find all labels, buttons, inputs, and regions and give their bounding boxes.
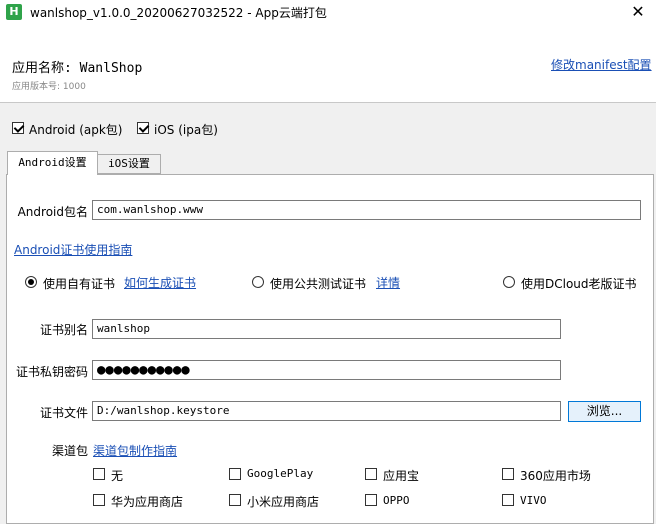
channel-checkbox-oppo[interactable] [365, 494, 377, 506]
app-version: 应用版本号: 1000 [12, 82, 86, 92]
own-cert-label: 使用自有证书 [43, 277, 116, 291]
android-checkbox[interactable] [12, 122, 24, 134]
channel-label-none: 无 [111, 469, 124, 483]
cert-alias-input[interactable]: wanlshop [92, 319, 561, 339]
package-name-label: Android包名 [17, 205, 88, 219]
cert-alias-label: 证书别名 [39, 323, 88, 337]
channel-label-vivo: VIVO [520, 494, 547, 507]
public-test-cert-label: 使用公共测试证书 [270, 277, 367, 291]
channel-label-360: 360应用市场 [520, 469, 591, 483]
radio-dcloud-old-cert[interactable] [503, 276, 515, 288]
channel-label: 渠道包 [51, 444, 88, 458]
app-logo-icon: H [6, 4, 22, 20]
app-name: 应用名称: WanlShop [12, 61, 143, 76]
cert-guide-link[interactable]: Android证书使用指南 [14, 241, 132, 258]
channel-checkbox-none[interactable] [93, 468, 105, 480]
browse-button[interactable]: 浏览... [568, 401, 641, 422]
manifest-link[interactable]: 修改manifest配置 [551, 56, 652, 73]
header-divider [0, 102, 656, 103]
channel-checkbox-vivo[interactable] [502, 494, 514, 506]
radio-public-test-cert[interactable] [252, 276, 264, 288]
cert-file-label: 证书文件 [39, 406, 88, 420]
channel-label-xiaomi: 小米应用商店 [247, 495, 320, 509]
channel-checkbox-yingyongbao[interactable] [365, 468, 377, 480]
channel-checkbox-huawei[interactable] [93, 494, 105, 506]
window-title: wanlshop_v1.0.0_20200627032522 - App云端打包 [30, 6, 327, 20]
channel-checkbox-googleplay[interactable] [229, 468, 241, 480]
cert-password-label: 证书私钥密码 [15, 365, 88, 379]
public-cert-details-link[interactable]: 详情 [376, 274, 400, 291]
dcloud-old-cert-label: 使用DCloud老版证书 [521, 277, 637, 291]
channel-label-huawei: 华为应用商店 [111, 495, 184, 509]
tab-android-settings[interactable]: Android设置 [7, 151, 98, 175]
cert-password-input[interactable]: ●●●●●●●●●●● [92, 360, 561, 380]
channel-guide-link[interactable]: 渠道包制作指南 [93, 442, 177, 459]
close-button[interactable]: ✕ [620, 0, 656, 24]
channel-checkbox-xiaomi[interactable] [229, 494, 241, 506]
cert-file-input[interactable]: D:/wanlshop.keystore [92, 401, 561, 421]
tab-ios-settings[interactable]: iOS设置 [97, 154, 161, 174]
ios-checkbox[interactable] [137, 122, 149, 134]
channel-label-yingyongbao: 应用宝 [383, 469, 420, 483]
android-checkbox-label: Android (apk包) [29, 123, 123, 137]
package-name-input[interactable]: com.wanlshop.www [92, 200, 641, 220]
how-to-generate-cert-link[interactable]: 如何生成证书 [124, 274, 196, 291]
channel-label-googleplay: GooglePlay [247, 467, 314, 480]
channel-label-oppo: OPPO [383, 494, 410, 507]
ios-checkbox-label: iOS (ipa包) [154, 123, 218, 137]
channel-checkbox-360[interactable] [502, 468, 514, 480]
radio-own-cert[interactable] [25, 276, 37, 288]
